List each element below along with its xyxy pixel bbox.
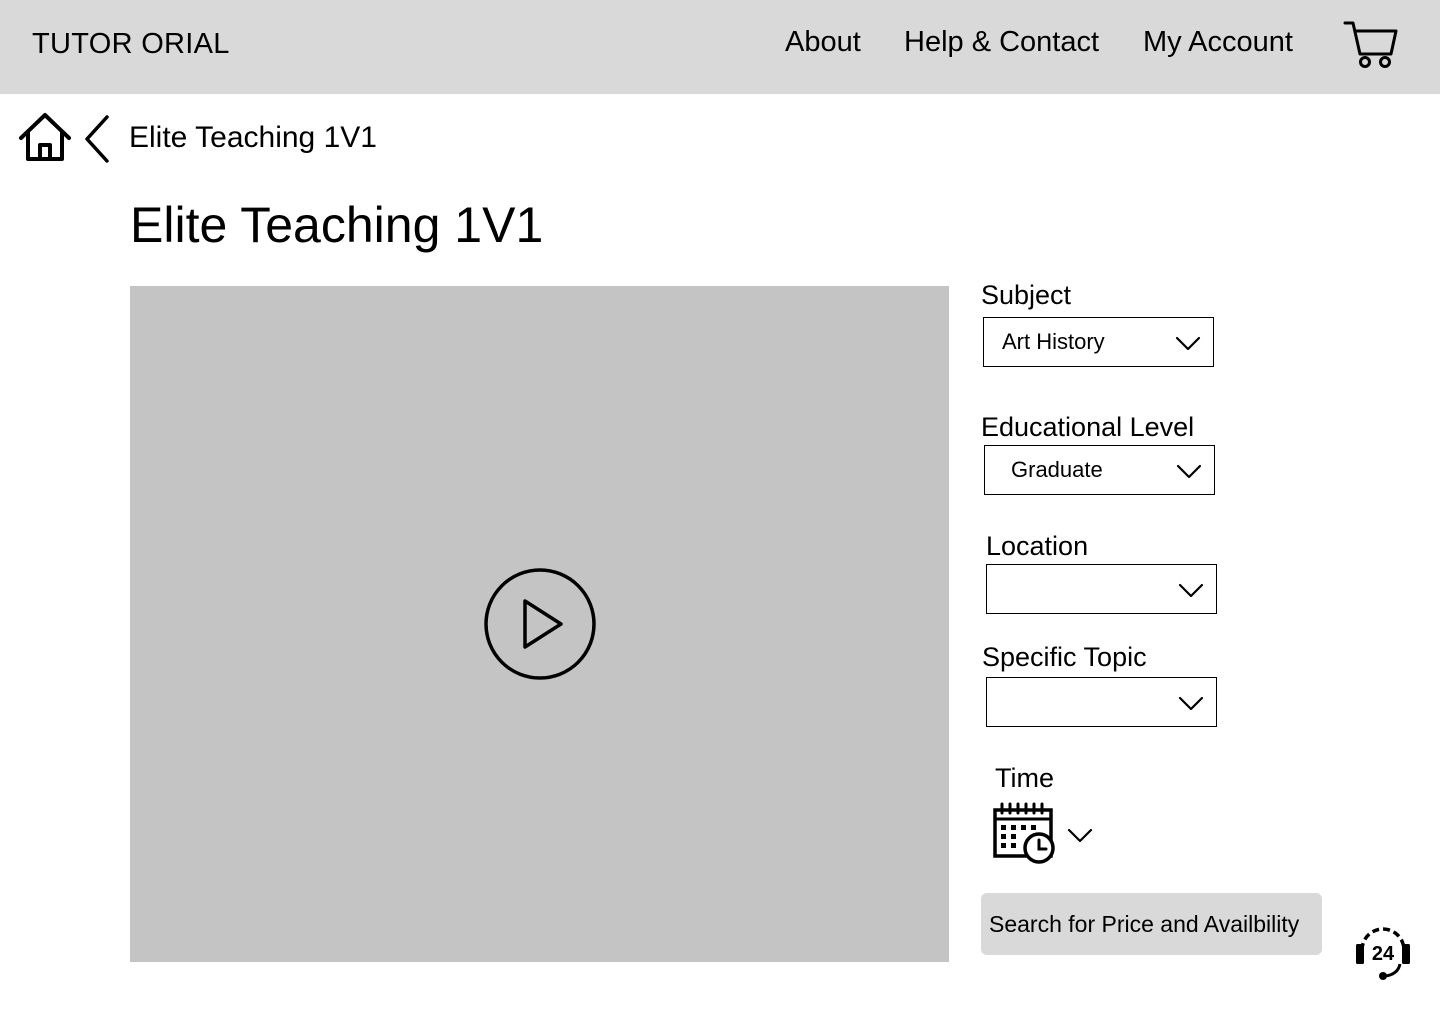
- subject-value: Art History: [1002, 329, 1105, 354]
- location-select[interactable]: [986, 564, 1217, 614]
- time-label: Time: [995, 763, 1054, 793]
- shopping-cart-icon[interactable]: [1343, 18, 1399, 70]
- nav-my-account-link[interactable]: My Account: [1143, 26, 1293, 59]
- nav-help-contact-link[interactable]: Help & Contact: [904, 26, 1099, 59]
- nav-about-link[interactable]: About: [785, 26, 861, 59]
- support-badge-text: 24: [1372, 943, 1395, 965]
- subject-label: Subject: [981, 280, 1072, 310]
- chevron-down-icon[interactable]: [1066, 826, 1094, 844]
- subject-select[interactable]: Art History: [983, 317, 1214, 367]
- educational-level-value: Graduate: [1011, 457, 1103, 482]
- location-label: Location: [986, 531, 1089, 561]
- educational-level-select[interactable]: Graduate: [984, 445, 1215, 495]
- search-price-availability-button[interactable]: Search for Price and Availbility: [981, 893, 1322, 955]
- brand-logo[interactable]: TUTOR ORIAL: [32, 28, 230, 61]
- specific-topic-label: Specific Topic: [982, 642, 1147, 672]
- chevron-down-icon: [1175, 336, 1201, 351]
- chevron-down-icon: [1178, 583, 1204, 598]
- video-player[interactable]: [130, 286, 949, 962]
- chevron-left-icon[interactable]: [82, 114, 112, 164]
- calendar-clock-icon[interactable]: [992, 801, 1058, 865]
- page-title: Elite Teaching 1V1: [130, 197, 544, 253]
- breadcrumb-current: Elite Teaching 1V1: [129, 121, 377, 154]
- top-navigation-bar: TUTOR ORIAL About Help & Contact My Acco…: [0, 0, 1440, 94]
- specific-topic-select[interactable]: [986, 677, 1217, 727]
- educational-level-label: Educational Level: [981, 412, 1195, 442]
- support-24-icon[interactable]: 24: [1352, 922, 1414, 982]
- chevron-down-icon: [1178, 696, 1204, 711]
- chevron-down-icon: [1176, 464, 1202, 479]
- play-icon[interactable]: [483, 567, 597, 681]
- headset-icon: 24: [1356, 927, 1410, 980]
- home-icon[interactable]: [18, 111, 72, 163]
